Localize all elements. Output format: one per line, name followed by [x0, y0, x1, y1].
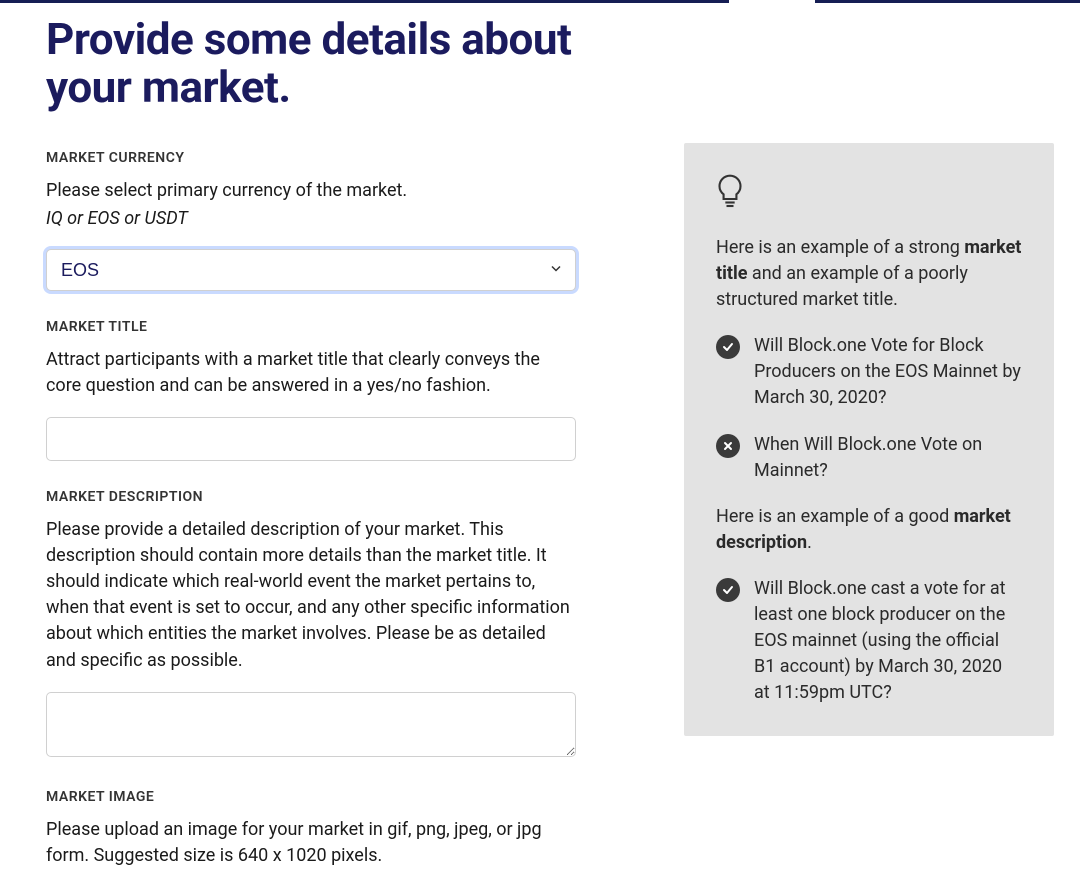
section-market-currency: MARKET CURRENCY Please select primary cu…	[46, 150, 576, 291]
market-description-textarea[interactable]	[46, 692, 576, 757]
market-currency-select-wrapper: EOS	[46, 249, 576, 291]
market-currency-desc: Please select primary currency of the ma…	[46, 178, 576, 204]
check-icon	[716, 578, 740, 602]
market-image-desc: Please upload an image for your market i…	[46, 817, 576, 869]
market-image-label: MARKET IMAGE	[46, 789, 576, 805]
example-bad-title-text: When Will Block.one Vote on Mainnet?	[754, 432, 1022, 484]
page-title: Provide some details about your market.	[46, 15, 576, 112]
main-form: Provide some details about your market. …	[46, 3, 576, 887]
page-container: Provide some details about your market. …	[0, 3, 1080, 887]
market-currency-label: MARKET CURRENCY	[46, 150, 576, 166]
lightbulb-icon	[716, 173, 1022, 235]
example-good-description: Will Block.one cast a vote for at least …	[716, 576, 1022, 706]
market-title-desc: Attract participants with a market title…	[46, 347, 576, 399]
market-title-input[interactable]	[46, 417, 576, 461]
market-title-label: MARKET TITLE	[46, 319, 576, 335]
market-currency-select[interactable]: EOS	[46, 249, 576, 291]
market-description-desc: Please provide a detailed description of…	[46, 517, 576, 674]
section-market-image: MARKET IMAGE Please upload an image for …	[46, 789, 576, 869]
info-intro-before: Here is an example of a strong	[716, 237, 964, 258]
check-icon	[716, 335, 740, 359]
example-good-title: Will Block.one Vote for Block Producers …	[716, 333, 1022, 411]
info-desc-intro-after: .	[807, 532, 812, 553]
example-bad-title: When Will Block.one Vote on Mainnet?	[716, 432, 1022, 484]
info-desc-intro-before: Here is an example of a good	[716, 506, 954, 527]
example-good-description-text: Will Block.one cast a vote for at least …	[754, 576, 1022, 706]
x-icon	[716, 434, 740, 458]
info-intro-after: and an example of a poorly structured ma…	[716, 263, 968, 310]
section-market-title: MARKET TITLE Attract participants with a…	[46, 319, 576, 489]
info-panel: Here is an example of a strong market ti…	[684, 143, 1054, 736]
market-currency-hint: IQ or EOS or USDT	[46, 208, 576, 229]
help-sidebar: Here is an example of a strong market ti…	[684, 3, 1054, 887]
example-good-title-text: Will Block.one Vote for Block Producers …	[754, 333, 1022, 411]
info-intro-text: Here is an example of a strong market ti…	[716, 235, 1022, 313]
market-description-label: MARKET DESCRIPTION	[46, 489, 576, 505]
section-market-description: MARKET DESCRIPTION Please provide a deta…	[46, 489, 576, 789]
info-desc-intro-text: Here is an example of a good market desc…	[716, 504, 1022, 556]
